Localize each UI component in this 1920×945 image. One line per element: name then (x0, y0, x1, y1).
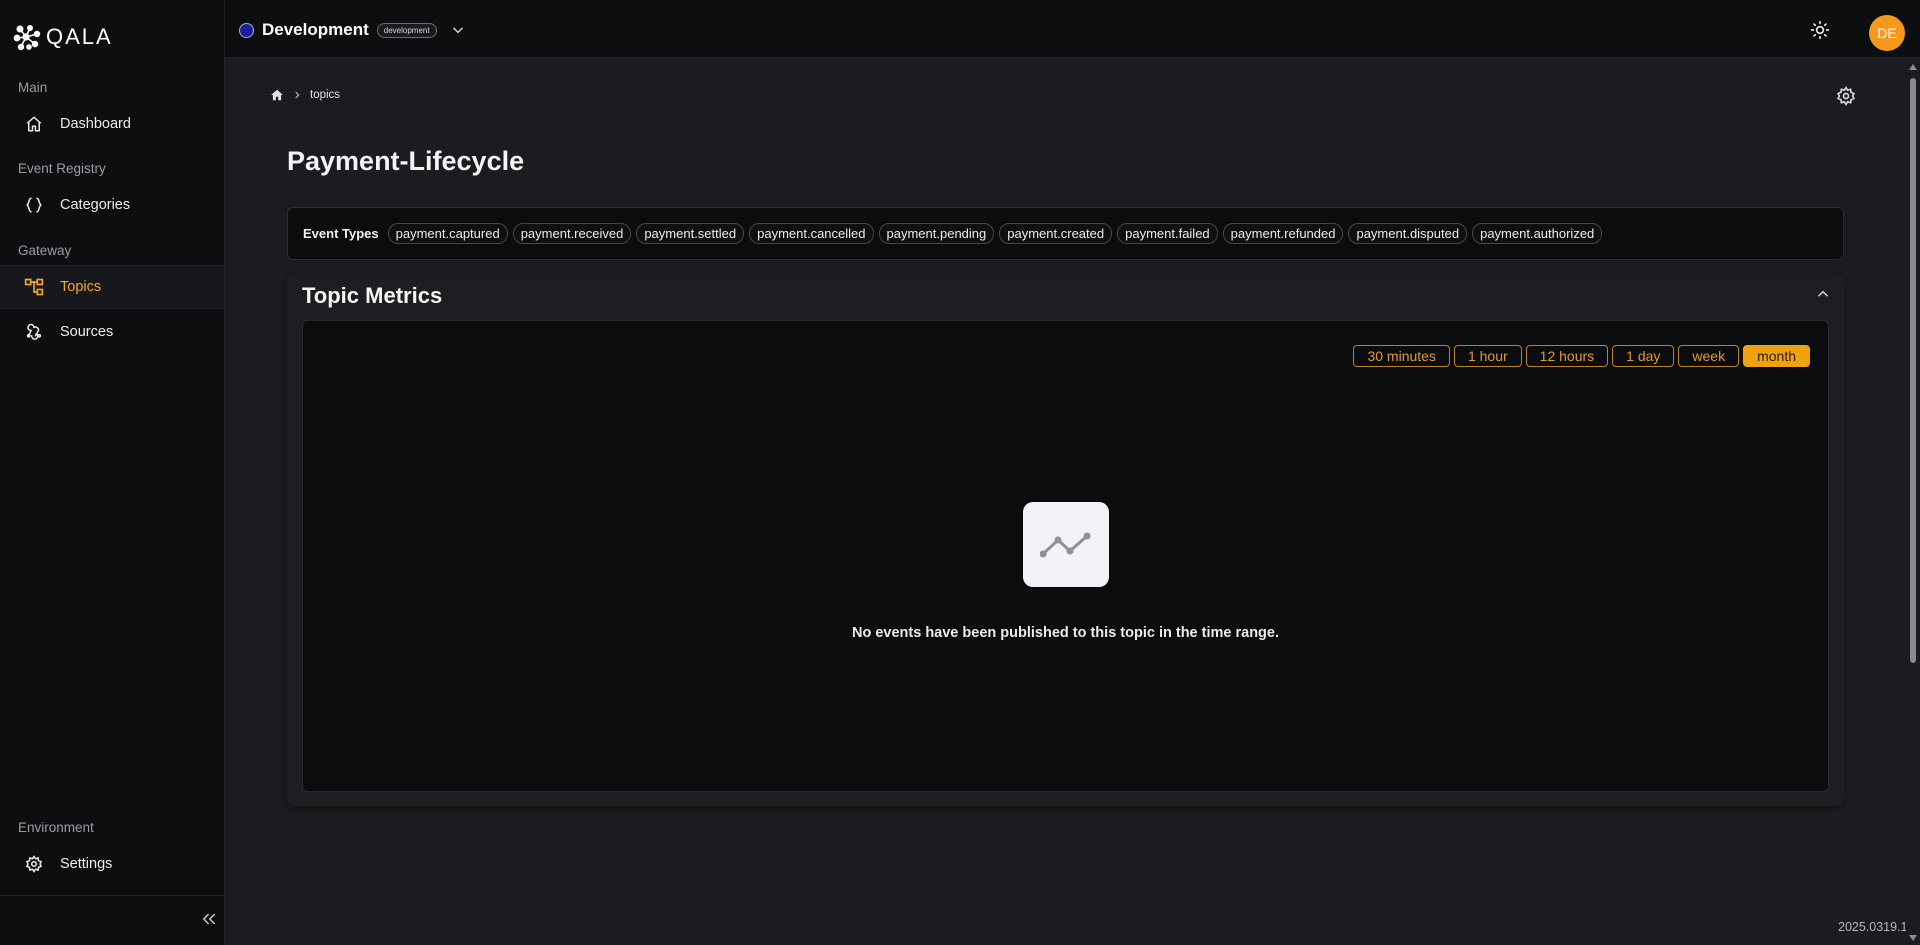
home-icon[interactable] (270, 88, 284, 102)
environment-badge: development (376, 22, 437, 38)
sidebar-item-topics[interactable]: Topics (0, 265, 224, 309)
section-label-gateway: Gateway (18, 243, 72, 258)
empty-state-message: No events have been published to this to… (851, 625, 1279, 641)
topic-metrics-title: Topic Metrics (302, 283, 443, 308)
sun-icon[interactable] (1810, 20, 1830, 40)
event-type-chip[interactable]: payment.pending (878, 223, 995, 244)
scrollbar-thumb[interactable] (1910, 78, 1916, 663)
event-type-chip[interactable]: payment.authorized (1472, 223, 1603, 244)
avatar[interactable]: DE (1869, 15, 1905, 51)
topics-icon (24, 277, 44, 297)
range-button-month[interactable]: month (1743, 345, 1810, 367)
qala-logo-icon (13, 25, 41, 51)
page-scrollbar[interactable] (1906, 60, 1920, 945)
event-type-chip[interactable]: payment.disputed (1348, 223, 1468, 244)
event-type-chip[interactable]: payment.settled (636, 223, 745, 244)
metrics-panel: 30 minutes 1 hour 12 hours 1 day week mo… (302, 320, 1829, 792)
home-icon (24, 114, 44, 134)
range-button-1-day[interactable]: 1 day (1612, 345, 1675, 367)
sidebar-divider (0, 895, 224, 896)
app-version: 2025.0319.1 (1838, 920, 1908, 934)
event-type-chip[interactable]: payment.created (999, 223, 1113, 244)
scroll-down-arrow-icon[interactable] (1909, 935, 1917, 941)
event-type-chip[interactable]: payment.captured (387, 223, 508, 244)
sidebar-item-settings[interactable]: Settings (0, 842, 224, 886)
event-types-label: Event Types (303, 226, 379, 241)
event-types-bar: Event Types payment.captured payment.rec… (287, 207, 1844, 260)
chevron-up-icon[interactable] (1816, 287, 1830, 301)
page-title: Payment-Lifecycle (287, 146, 525, 176)
sidebar: QALA Main Dashboard Event Registry Categ… (0, 0, 225, 945)
sidebar-item-label: Topics (60, 279, 102, 295)
sidebar-item-categories[interactable]: Categories (0, 183, 224, 227)
range-button-1-hour[interactable]: 1 hour (1453, 345, 1522, 367)
collapse-sidebar-icon[interactable] (200, 910, 218, 928)
topbar: Development development DE (225, 0, 1920, 58)
sidebar-item-label: Categories (60, 197, 131, 213)
braces-icon (24, 195, 44, 215)
line-chart-icon (1023, 502, 1109, 587)
section-label-environment: Environment (18, 820, 94, 835)
qala-logo[interactable]: QALA (12, 22, 113, 52)
sidebar-item-label: Dashboard (60, 116, 131, 132)
sidebar-item-dashboard[interactable]: Dashboard (0, 102, 224, 146)
section-label-event-registry: Event Registry (18, 161, 106, 176)
environment-dot-icon (239, 22, 254, 38)
breadcrumb: topics (270, 88, 340, 102)
time-range-selector: 30 minutes 1 hour 12 hours 1 day week mo… (1353, 345, 1810, 367)
range-button-30-minutes[interactable]: 30 minutes (1353, 345, 1450, 367)
logo-text: QALA (46, 24, 113, 49)
section-label-main: Main (18, 80, 48, 95)
chevron-right-icon (292, 90, 302, 100)
gear-icon (24, 854, 44, 874)
event-type-chip[interactable]: payment.refunded (1222, 223, 1344, 244)
topic-metrics-card: Topic Metrics 30 minutes 1 hour 12 hours… (287, 273, 1844, 806)
event-type-chip[interactable]: payment.failed (1117, 223, 1218, 244)
sidebar-item-sources[interactable]: Sources (0, 310, 224, 354)
breadcrumb-current[interactable]: topics (310, 89, 340, 101)
webhook-icon (24, 322, 44, 342)
range-button-12-hours[interactable]: 12 hours (1525, 345, 1609, 367)
event-type-chip[interactable]: payment.received (512, 223, 632, 244)
sidebar-item-label: Settings (60, 856, 113, 872)
range-button-week[interactable]: week (1678, 345, 1740, 367)
page-settings-icon[interactable] (1836, 86, 1856, 106)
sidebar-item-label: Sources (60, 324, 114, 340)
event-type-chip[interactable]: payment.cancelled (749, 223, 874, 244)
chevron-down-icon (451, 23, 465, 37)
environment-select[interactable]: Development development (239, 20, 465, 40)
scroll-up-arrow-icon[interactable] (1909, 64, 1917, 70)
environment-name: Development (262, 20, 369, 39)
